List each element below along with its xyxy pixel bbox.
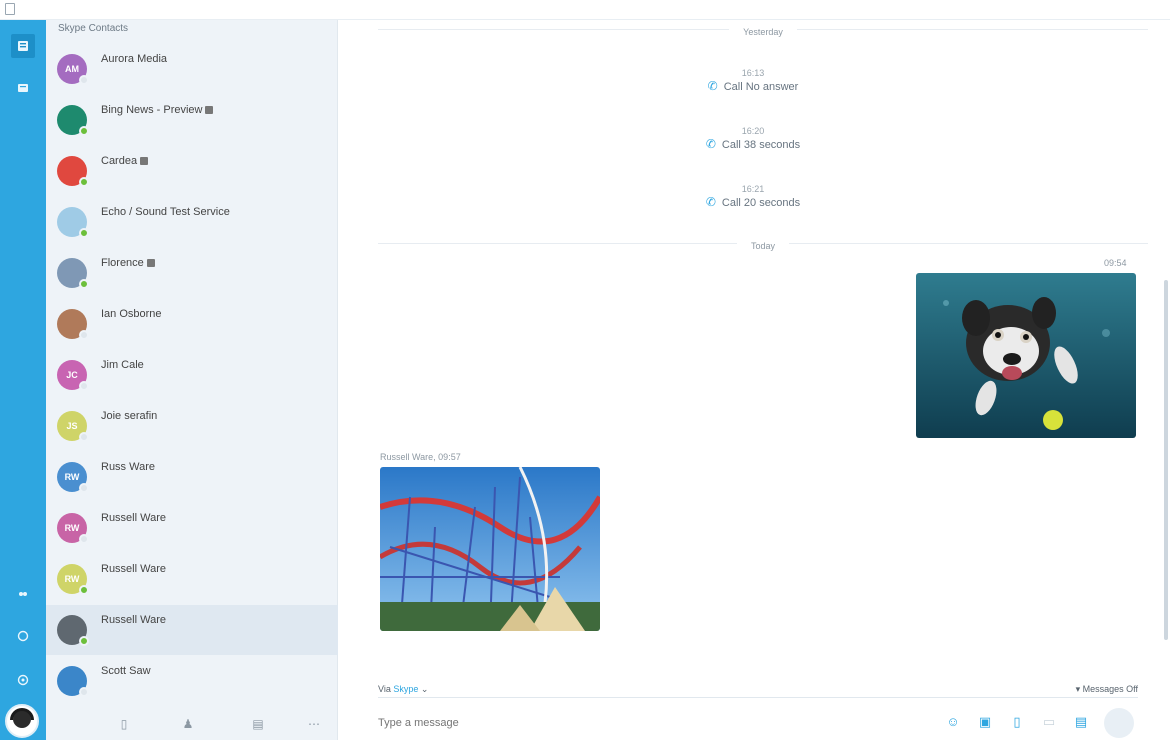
presence-indicator xyxy=(79,75,89,85)
contact-name: Russell Ware xyxy=(101,512,166,524)
speaker-icon: ▾ xyxy=(1075,684,1081,694)
composer-header: Via Skype ⌄ ▾ Messages Off xyxy=(378,680,1138,698)
today-label: Today xyxy=(736,241,790,251)
presence-indicator xyxy=(79,279,89,289)
their-message-meta: Russell Ware, 09:57 xyxy=(380,452,461,462)
add-contact-icon[interactable]: ♟ xyxy=(180,716,196,732)
via-skype-link[interactable]: Skype xyxy=(393,684,418,694)
bots-icon[interactable] xyxy=(11,582,35,606)
contact-item[interactable]: JC Jim Cale xyxy=(46,350,338,400)
presence-indicator xyxy=(79,585,89,595)
contacts-share-icon[interactable]: ▤ xyxy=(1072,713,1090,731)
window-menu-icon[interactable] xyxy=(5,3,15,15)
presence-indicator xyxy=(79,228,89,238)
messages-off-label: Messages Off xyxy=(1082,684,1138,694)
contact-name: Russell Ware xyxy=(101,563,166,575)
contact-name: Russell Ware xyxy=(101,614,166,626)
call-time: 16:20 xyxy=(741,126,765,136)
contact-item[interactable]: Bing News - Preview xyxy=(46,95,338,145)
left-rail xyxy=(0,20,46,740)
contact-item[interactable]: Ian Osborne xyxy=(46,299,338,349)
file-icon[interactable]: ▯ xyxy=(1008,713,1026,731)
contact-item[interactable]: RW Russell Ware xyxy=(46,503,338,553)
chats-icon[interactable] xyxy=(11,34,35,58)
contact-item[interactable]: AM Aurora Media xyxy=(46,44,338,94)
contact-name: Florence xyxy=(101,257,155,269)
contact-item[interactable]: RW Russell Ware xyxy=(46,554,338,604)
dog-photo[interactable] xyxy=(916,273,1136,438)
presence-indicator xyxy=(79,330,89,340)
chevron-down-icon: ⌄ xyxy=(420,684,429,694)
contacts-icon[interactable] xyxy=(11,76,35,100)
bot-badge-icon xyxy=(140,157,149,166)
message-composer: ☺ ▣ ▯ ▭ ▤ xyxy=(378,708,1138,738)
contact-name: Ian Osborne xyxy=(101,308,162,320)
bot-badge-icon xyxy=(146,259,155,268)
call-text: Call 38 seconds xyxy=(721,139,801,151)
conversation-scrollbar[interactable] xyxy=(1164,280,1168,640)
presence-indicator xyxy=(79,534,89,544)
call-event: 16:20 ✆ Call 38 seconds xyxy=(673,126,833,151)
call-event: 16:21 ✆ Call 20 seconds xyxy=(673,184,833,209)
contact-name: Jim Cale xyxy=(101,359,144,371)
contact-item[interactable]: Florence xyxy=(46,248,338,298)
phone-icon: ✆ xyxy=(705,195,716,209)
presence-indicator xyxy=(79,381,89,391)
contact-item[interactable]: Scott Saw xyxy=(46,656,338,706)
contact-name: Aurora Media xyxy=(101,53,168,65)
bot-badge-icon xyxy=(205,106,214,115)
call-event: 16:13 ✆ Call No answer xyxy=(673,68,833,93)
call-time: 16:13 xyxy=(741,68,765,78)
new-group-icon[interactable]: ▤ xyxy=(250,716,266,732)
contact-name: Cardea xyxy=(101,155,149,167)
video-message-icon[interactable]: ▭ xyxy=(1040,713,1058,731)
presence-indicator xyxy=(79,177,89,187)
message-input[interactable] xyxy=(378,714,918,732)
phone-icon: ✆ xyxy=(705,137,716,151)
contacts-panel-title: Skype Contacts xyxy=(58,23,129,34)
contacts-panel: Skype Contacts AM Aurora Media Bing News -… xyxy=(46,20,338,740)
presence-indicator xyxy=(79,432,89,442)
messages-off-toggle[interactable]: ▾ Messages Off xyxy=(1076,684,1138,695)
dialpad-icon[interactable]: ▯ xyxy=(116,716,132,732)
more-icon[interactable]: ⋯ xyxy=(306,716,322,732)
my-profile-avatar[interactable] xyxy=(5,704,39,738)
contact-item[interactable]: Echo / Sound Test Service xyxy=(46,197,338,247)
settings-icon[interactable] xyxy=(11,668,35,692)
contact-item[interactable]: JS Joie serafin xyxy=(46,401,338,451)
my-message-time: 09:54 xyxy=(1104,258,1127,268)
presence-indicator xyxy=(79,636,89,646)
day-separator-today: Today xyxy=(378,236,1148,251)
phone-icon: ✆ xyxy=(707,79,718,93)
contact-name: Joie serafin xyxy=(101,410,158,422)
send-button[interactable] xyxy=(1104,708,1134,738)
presence-indicator xyxy=(79,483,89,493)
yesterday-label: Yesterday xyxy=(729,27,797,37)
contact-item[interactable]: RW Russ Ware xyxy=(46,452,338,502)
conversation-pane: Yesterday 16:13 ✆ Call No answer 16:20 ✆ C… xyxy=(338,20,1170,740)
contact-name: Scott Saw xyxy=(101,665,151,677)
presence-indicator xyxy=(79,687,89,697)
via-label: Via Skype ⌄ xyxy=(378,684,428,695)
rollercoaster-photo[interactable] xyxy=(380,467,600,631)
call-text: Call 20 seconds xyxy=(721,197,801,209)
via-prefix: Via xyxy=(378,684,391,694)
avatar-headphones xyxy=(10,708,34,720)
contact-name: Bing News - Preview xyxy=(101,104,214,116)
presence-indicator xyxy=(79,126,89,136)
call-time: 16:21 xyxy=(741,184,765,194)
image-icon[interactable]: ▣ xyxy=(976,713,994,731)
call-text: Call No answer xyxy=(723,81,799,93)
title-bar xyxy=(0,0,1170,20)
contact-name: Russ Ware xyxy=(101,461,155,473)
contact-item[interactable]: Russell Ware xyxy=(46,605,338,655)
contacts-bottom-bar: ▯ ♟ ▤ ⋯ xyxy=(46,710,338,740)
emoticon-icon[interactable]: ☺ xyxy=(944,713,962,731)
contact-item[interactable]: Cardea xyxy=(46,146,338,196)
contact-name: Echo / Sound Test Service xyxy=(101,206,230,218)
status-icon[interactable] xyxy=(11,624,35,648)
day-separator-yesterday: Yesterday xyxy=(378,22,1148,37)
